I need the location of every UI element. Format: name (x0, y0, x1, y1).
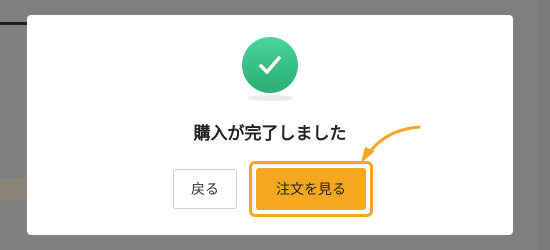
purchase-complete-dialog: 購入が完了しました 戻る 注文を見る (27, 15, 513, 235)
background-strip (0, 178, 30, 200)
pointer-arrow-icon (361, 125, 421, 163)
check-circle-icon (242, 37, 298, 93)
checkmark-icon (259, 56, 281, 74)
back-button[interactable]: 戻る (173, 169, 237, 209)
background-edge (538, 0, 550, 250)
success-icon-wrapper (242, 37, 298, 93)
view-order-button[interactable]: 注文を見る (256, 168, 366, 210)
dialog-title: 購入が完了しました (193, 124, 347, 144)
icon-shadow (247, 95, 293, 101)
